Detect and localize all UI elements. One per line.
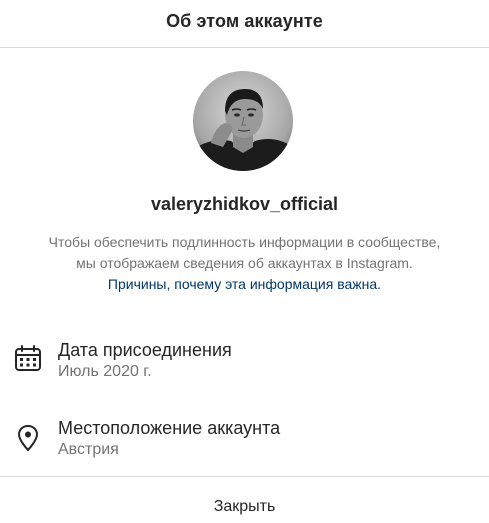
account-location-label: Местоположение аккаунта bbox=[58, 418, 281, 438]
date-joined-value: Июль 2020 г. bbox=[58, 363, 152, 380]
why-info-important-link[interactable]: Причины, почему эта информация важна. bbox=[0, 274, 489, 295]
profile-photo bbox=[193, 71, 293, 171]
calendar-icon bbox=[14, 344, 42, 372]
avatar[interactable] bbox=[193, 71, 293, 171]
account-info-explanation: Чтобы обеспечить подлинность информации … bbox=[0, 232, 489, 274]
location-pin-icon bbox=[14, 424, 42, 452]
explanation-line-2: мы отображаем сведения об аккаунтах в In… bbox=[76, 255, 413, 271]
explanation-line-1: Чтобы обеспечить подлинность информации … bbox=[48, 234, 441, 250]
date-joined-label: Дата присоединения bbox=[58, 340, 232, 360]
account-location-value: Австрия bbox=[58, 441, 119, 458]
dialog-title: Об этом аккаунте bbox=[166, 11, 323, 31]
username[interactable]: valeryzhidkov_official bbox=[0, 194, 489, 215]
dialog-header: Об этом аккаунте bbox=[0, 0, 489, 48]
dialog-footer: Закрыть bbox=[0, 476, 489, 523]
date-joined-row: Дата присоединения Июль 2020 г. bbox=[0, 338, 489, 394]
close-button[interactable]: Закрыть bbox=[214, 498, 276, 516]
account-location-row: Местоположение аккаунта Австрия bbox=[0, 416, 489, 472]
about-account-dialog: Об этом аккаунте valeryzhidkov_official … bbox=[0, 0, 489, 523]
